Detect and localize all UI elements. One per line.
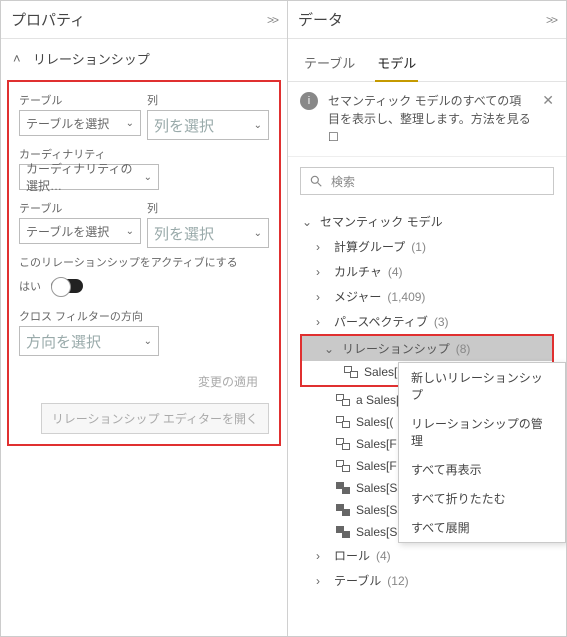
chevron-down-icon: ⌄	[254, 120, 262, 131]
menu-manage-relationships[interactable]: リレーションシップの管理	[399, 409, 565, 455]
properties-title: プロパティ	[11, 9, 85, 30]
chevron-down-icon: ⌄	[324, 342, 336, 356]
relationship-icon	[336, 416, 350, 428]
close-icon[interactable]: ✕	[542, 92, 554, 109]
relationship-icon	[336, 438, 350, 450]
chevron-right-icon: ›	[316, 240, 328, 254]
chevron-up-icon: ˄	[13, 51, 25, 66]
info-icon: i	[300, 92, 318, 110]
menu-reshow-all[interactable]: すべて再表示	[399, 455, 565, 484]
search-placeholder: 検索	[331, 173, 355, 190]
relationship-icon	[336, 460, 350, 472]
chevron-down-icon: ⌄	[126, 226, 134, 237]
open-editor-button[interactable]: リレーションシップ エディターを開く	[41, 403, 269, 434]
relationship-section-label: リレーションシップ	[33, 49, 150, 68]
crossfilter-label: クロス フィルターの方向	[19, 308, 269, 324]
apply-changes-button[interactable]: 変更の適用	[187, 366, 269, 397]
tree-relationships[interactable]: ⌄ リレーションシップ (8)	[302, 336, 552, 361]
collapse-right-icon[interactable]: >>	[546, 13, 556, 27]
chevron-down-icon: ⌄	[254, 228, 262, 239]
relationship-icon	[336, 504, 350, 516]
tab-tables[interactable]: テーブル	[302, 47, 357, 81]
active-toggle[interactable]	[51, 279, 83, 293]
relationship-section-header[interactable]: ˄ リレーションシップ	[1, 39, 287, 78]
relationship-icon	[336, 482, 350, 494]
table2-select[interactable]: テーブルを選択 ⌄	[19, 218, 141, 244]
data-header: データ >>	[288, 1, 566, 39]
chevron-down-icon: ⌄	[126, 118, 134, 129]
menu-new-relationship[interactable]: 新しいリレーションシップ	[399, 363, 565, 409]
relationship-icon	[344, 366, 358, 378]
tree-perspectives[interactable]: › パースペクティブ (3)	[294, 309, 560, 334]
properties-header: プロパティ >>	[1, 1, 287, 39]
info-bar: i セマンティック モデルのすべての項目を表示し、整理します。方法を見る ☐ ✕	[288, 82, 566, 157]
table1-label: テーブル	[19, 92, 141, 108]
relationship-icon	[336, 394, 350, 406]
tree-root[interactable]: ⌄ セマンティック モデル	[294, 209, 560, 234]
active-value: はい	[19, 278, 41, 294]
chevron-right-icon: ›	[316, 290, 328, 304]
info-text: セマンティック モデルのすべての項目を表示し、整理します。方法を見る ☐	[328, 92, 532, 146]
tree-measures[interactable]: › メジャー (1,409)	[294, 284, 560, 309]
chevron-right-icon: ›	[316, 265, 328, 279]
chevron-right-icon: ›	[316, 315, 328, 329]
relationship-icon	[336, 526, 350, 538]
chevron-down-icon: ⌄	[144, 172, 152, 183]
data-pane: データ >> テーブル モデル i セマンティック モデルのすべての項目を表示し…	[288, 1, 566, 636]
column1-label: 列	[147, 92, 269, 108]
properties-pane: プロパティ >> ˄ リレーションシップ テーブル テーブルを選択 ⌄ 列 列を…	[1, 1, 288, 636]
tree-calc-groups[interactable]: › 計算グループ (1)	[294, 234, 560, 259]
chevron-right-icon: ›	[316, 574, 328, 588]
properties-body: テーブル テーブルを選択 ⌄ 列 列を選択 ⌄ カーディナリティ カーディナリテ…	[7, 80, 281, 446]
collapse-right-icon[interactable]: >>	[267, 13, 277, 27]
column2-label: 列	[147, 200, 269, 216]
relationships-context-menu: 新しいリレーションシップ リレーションシップの管理 すべて再表示 すべて折りたた…	[398, 362, 566, 543]
search-input[interactable]: 検索	[300, 167, 554, 195]
menu-collapse-all[interactable]: すべて折りたたむ	[399, 484, 565, 513]
tree-tables[interactable]: › テーブル (12)	[294, 568, 560, 593]
crossfilter-select[interactable]: 方向を選択 ⌄	[19, 326, 159, 356]
search-icon	[309, 174, 323, 188]
cardinality-select[interactable]: カーディナリティの選択… ⌄	[19, 164, 159, 190]
data-tabs: テーブル モデル	[288, 39, 566, 82]
tree-roles[interactable]: › ロール (4)	[294, 543, 560, 568]
tree-cultures[interactable]: › カルチャ (4)	[294, 259, 560, 284]
active-label: このリレーションシップをアクティブにする	[19, 254, 269, 270]
data-title: データ	[298, 9, 343, 30]
chevron-down-icon: ⌄	[302, 215, 314, 229]
column2-select[interactable]: 列を選択 ⌄	[147, 218, 269, 248]
tab-model[interactable]: モデル	[375, 47, 418, 82]
column1-select[interactable]: 列を選択 ⌄	[147, 110, 269, 140]
model-tree: ⌄ セマンティック モデル › 計算グループ (1) › カルチャ (4) › …	[288, 205, 566, 597]
chevron-down-icon: ⌄	[144, 336, 152, 347]
chevron-right-icon: ›	[316, 549, 328, 563]
table1-select[interactable]: テーブルを選択 ⌄	[19, 110, 141, 136]
table2-label: テーブル	[19, 200, 141, 216]
menu-expand-all[interactable]: すべて展開	[399, 513, 565, 542]
